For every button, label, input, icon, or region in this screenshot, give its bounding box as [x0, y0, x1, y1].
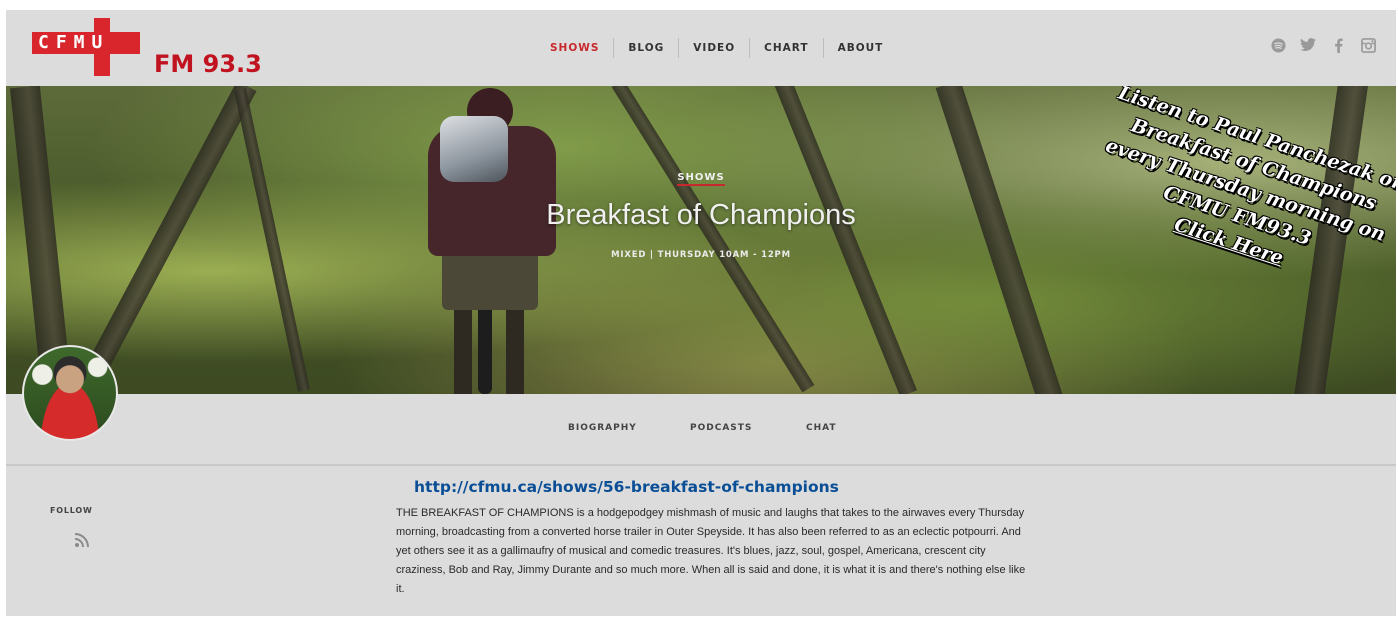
show-url-link[interactable]: http://cfmu.ca/shows/56-breakfast-of-cha… [414, 478, 839, 496]
follow-label: FOLLOW [50, 506, 93, 515]
nav-blog[interactable]: BLOG [613, 38, 678, 58]
tab-podcasts[interactable]: PODCASTS [690, 423, 752, 433]
social-links [1270, 37, 1376, 53]
tree-trunk [611, 86, 815, 393]
tree-trunk [234, 88, 310, 392]
show-description: THE BREAKFAST OF CHAMPIONS is a hodgepod… [396, 507, 1026, 595]
rider-leg [454, 306, 472, 394]
tree-trunk [772, 86, 918, 394]
tree-trunk [935, 86, 1063, 394]
facebook-icon[interactable] [1330, 37, 1346, 53]
station-frequency-label: FM 93.3 [154, 50, 262, 78]
site-header: CFMU FM 93.3 SHOWS BLOG VIDEO CHART ABOU… [6, 10, 1396, 86]
tab-biography[interactable]: BIOGRAPHY [568, 423, 637, 433]
spotify-icon[interactable] [1270, 37, 1286, 53]
main-nav: SHOWS BLOG VIDEO CHART ABOUT [536, 38, 897, 58]
tree-trunk [77, 86, 257, 392]
tab-chat[interactable]: CHAT [806, 423, 837, 433]
nav-chart[interactable]: CHART [749, 38, 822, 58]
page-frame: CFMU FM 93.3 SHOWS BLOG VIDEO CHART ABOU… [6, 10, 1396, 616]
rider-leg [506, 306, 524, 394]
nav-shows[interactable]: SHOWS [536, 38, 613, 58]
nav-video[interactable]: VIDEO [678, 38, 749, 58]
show-tabs: BIOGRAPHY PODCASTS CHAT [6, 394, 1396, 466]
twitter-icon[interactable] [1300, 37, 1316, 53]
rss-icon[interactable] [74, 532, 92, 550]
instagram-icon[interactable] [1360, 37, 1376, 53]
nav-about[interactable]: ABOUT [822, 38, 898, 58]
host-avatar [22, 345, 118, 441]
logo-text: CFMU [38, 32, 110, 53]
cfmu-logo[interactable]: CFMU [32, 18, 140, 76]
show-hero-banner: SHOWS Breakfast of Champions MIXED | THU… [6, 86, 1396, 394]
